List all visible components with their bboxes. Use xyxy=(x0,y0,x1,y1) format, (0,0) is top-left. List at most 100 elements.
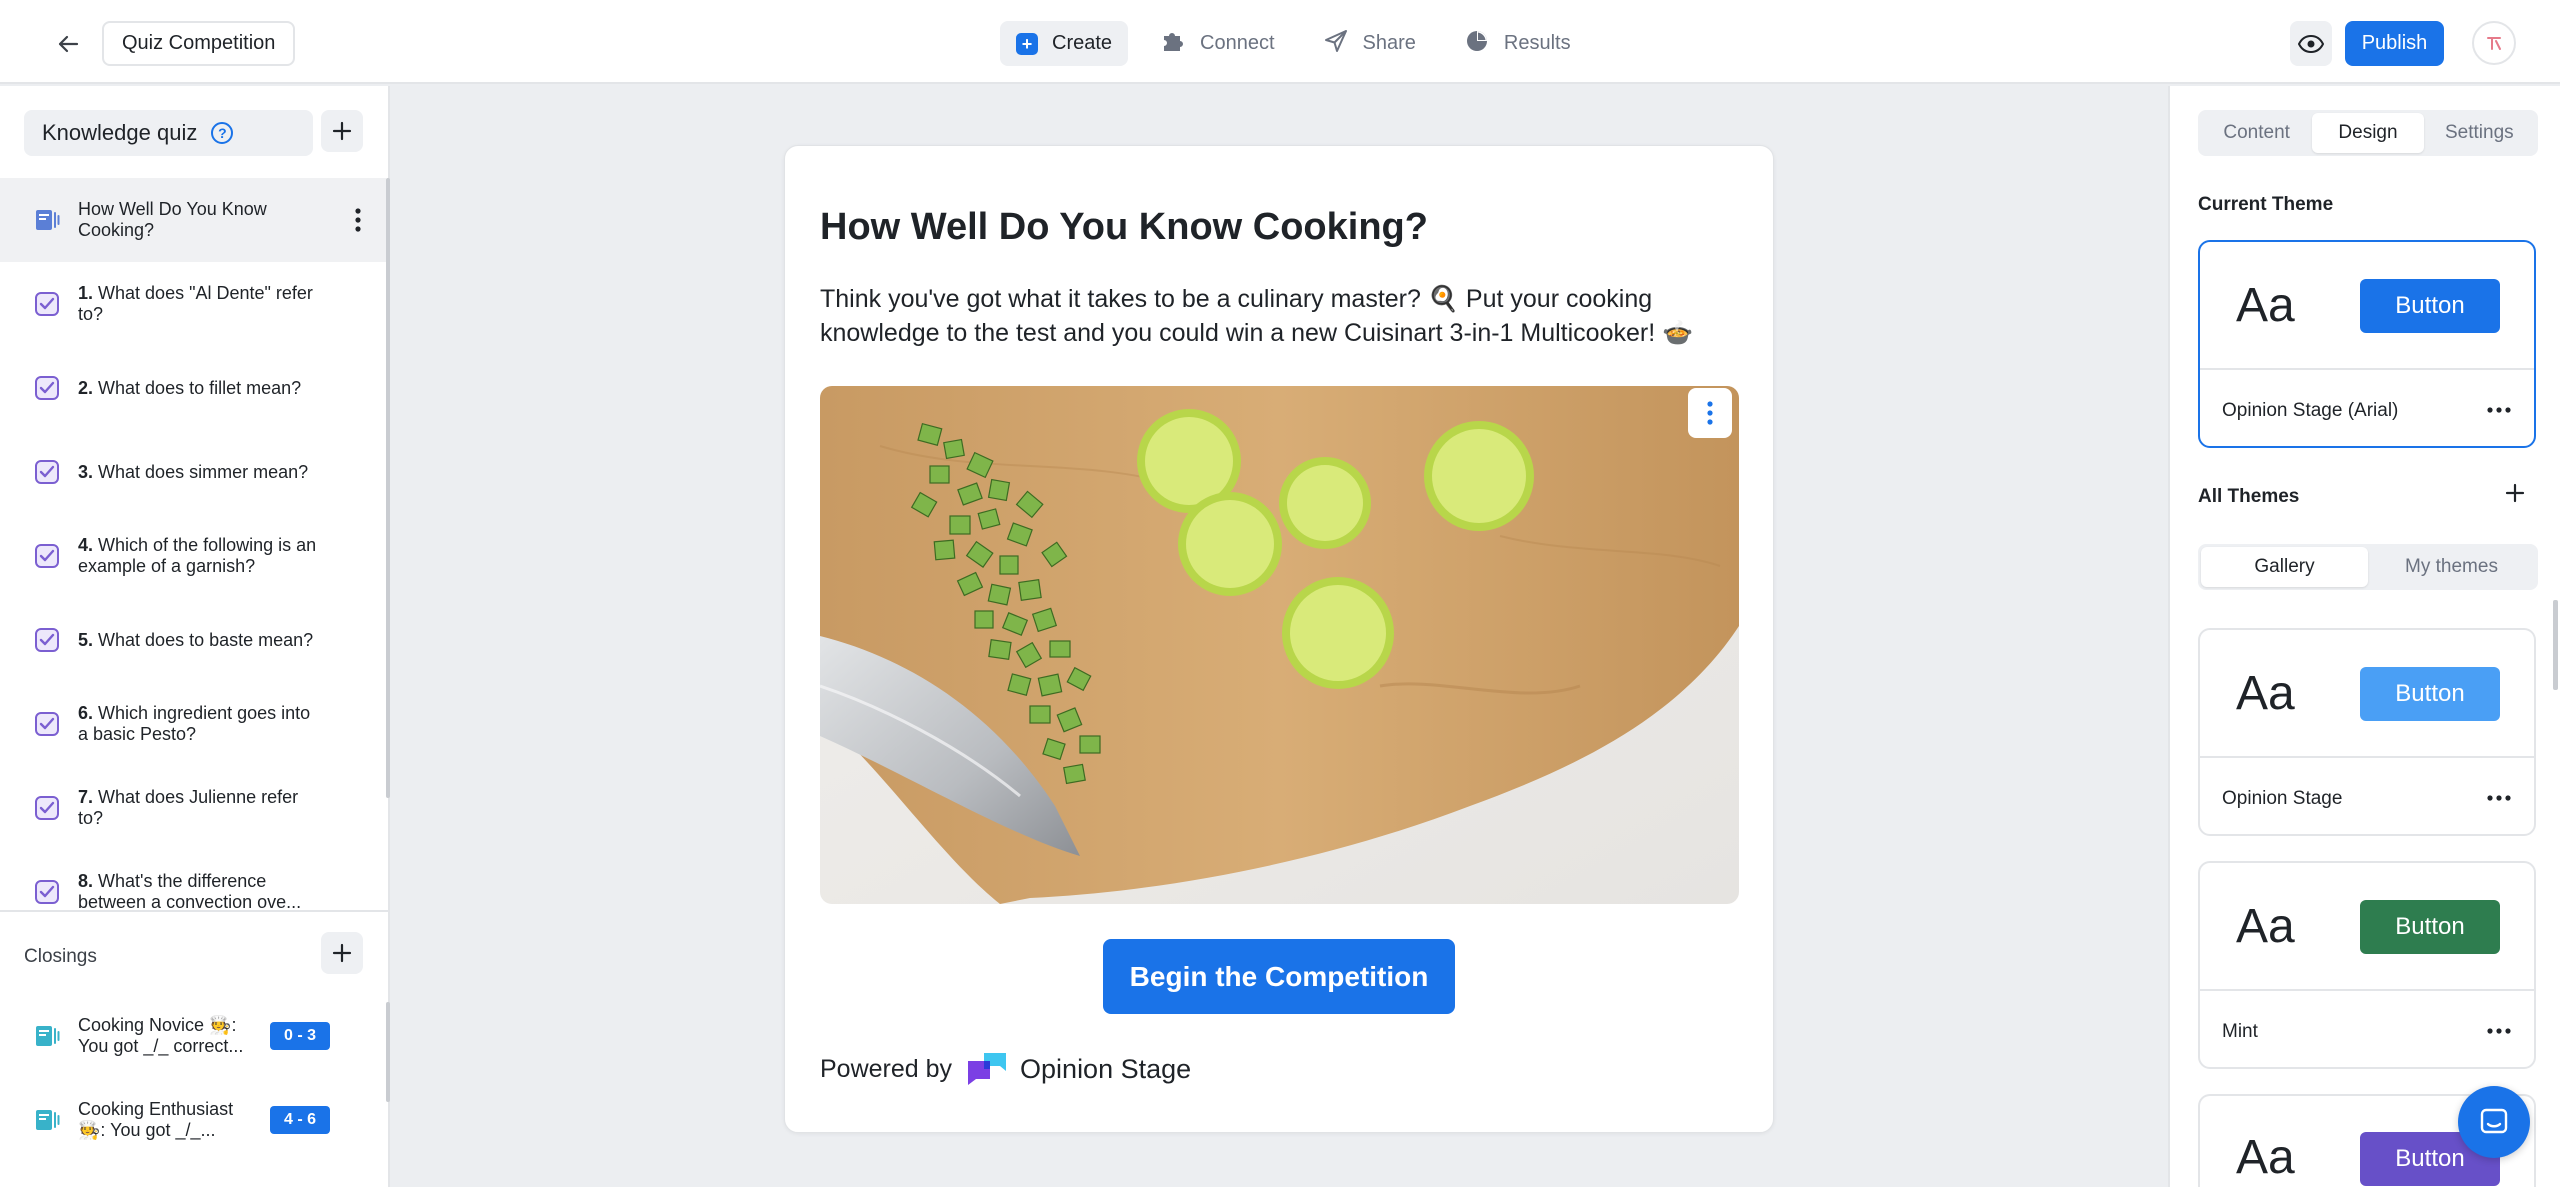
more-vertical-icon[interactable] xyxy=(346,204,370,236)
checkbox-question-icon xyxy=(34,459,60,485)
panel-tabs: Content Design Settings xyxy=(2198,110,2538,156)
tab-settings[interactable]: Settings xyxy=(2424,113,2535,153)
all-themes-title: All Themes xyxy=(2198,486,2300,507)
back-arrow-icon[interactable] xyxy=(48,24,88,64)
tab-my-themes[interactable]: My themes xyxy=(2368,547,2535,587)
checkbox-question-icon xyxy=(34,711,60,737)
tab-connect[interactable]: Connect xyxy=(1144,21,1291,66)
add-theme-button[interactable] xyxy=(2500,478,2530,508)
closing-slide-icon xyxy=(34,1107,60,1133)
question-label: 8. What's the difference between a conve… xyxy=(78,871,302,912)
opinion-stage-logo: Opinion Stage xyxy=(966,1051,1191,1087)
more-horizontal-icon[interactable] xyxy=(2486,786,2512,810)
tab-results[interactable]: Results xyxy=(1448,21,1587,66)
tab-create-label: Create xyxy=(1052,32,1113,54)
tab-share-label: Share xyxy=(1362,32,1416,54)
theme-font-sample: Aa xyxy=(2236,666,2295,720)
item-list: How Well Do You Know Cooking? 1. What do… xyxy=(0,178,386,934)
left-sidebar: Knowledge quiz ? How Well Do You Know Co… xyxy=(0,86,390,1187)
question-item[interactable]: 5. What does to baste mean? xyxy=(0,598,386,682)
question-item[interactable]: 7. What does Julienne refer to? xyxy=(0,766,386,850)
image-options-button[interactable] xyxy=(1688,388,1732,438)
right-scrollbar[interactable] xyxy=(2553,600,2558,690)
cutting-board-image xyxy=(820,386,1739,904)
question-label: 6. Which ingredient goes into a basic Pe… xyxy=(78,703,311,744)
quiz-title[interactable]: How Well Do You Know Cooking? xyxy=(820,206,1428,249)
plus-icon xyxy=(2505,483,2525,503)
checkbox-question-icon xyxy=(34,375,60,401)
current-theme-card[interactable]: Aa Button Opinion Stage (Arial) xyxy=(2198,240,2536,448)
theme-preview: Aa Button xyxy=(2200,242,2534,370)
theme-font-sample: Aa xyxy=(2236,899,2295,953)
preview-eye-icon[interactable] xyxy=(2290,21,2332,66)
closings-scrollbar[interactable] xyxy=(386,1002,390,1102)
puzzle-icon xyxy=(1160,28,1186,60)
intro-item[interactable]: How Well Do You Know Cooking? xyxy=(0,178,386,262)
quiz-type-label: Knowledge quiz xyxy=(42,120,198,145)
more-vertical-icon xyxy=(1707,401,1713,425)
score-range-badge: 4 - 6 xyxy=(270,1106,330,1134)
tab-create[interactable]: + Create xyxy=(1000,21,1129,66)
tab-share[interactable]: Share xyxy=(1307,21,1432,66)
help-icon[interactable]: ? xyxy=(211,122,234,144)
question-item[interactable]: 4. Which of the following is an example … xyxy=(0,514,386,598)
theme-name: Opinion Stage (Arial) xyxy=(2222,400,2399,421)
question-label: 2. What does to fillet mean? xyxy=(78,377,302,398)
theme-button-sample: Button xyxy=(2360,667,2500,721)
question-item[interactable]: 3. What does simmer mean? xyxy=(0,430,386,514)
checkbox-question-icon xyxy=(34,291,60,317)
score-range-badge: 0 - 3 xyxy=(270,1022,330,1050)
powered-by-label: Powered by xyxy=(820,1054,953,1083)
tab-gallery[interactable]: Gallery xyxy=(2201,547,2368,587)
intro-slide-icon xyxy=(34,207,60,233)
quiz-type-selector[interactable]: Knowledge quiz ? xyxy=(24,110,313,156)
begin-competition-button[interactable]: Begin the Competition xyxy=(1103,939,1455,1014)
question-label: 5. What does to baste mean? xyxy=(78,629,314,650)
closing-item[interactable]: Cooking Novice 🧑‍🍳: You got _/_ correct.… xyxy=(0,994,386,1078)
pie-chart-icon xyxy=(1464,28,1490,60)
tab-design[interactable]: Design xyxy=(2312,113,2424,153)
closings-panel: Closings Cooking Novice 🧑‍🍳: You got _/_… xyxy=(0,910,390,1187)
question-item[interactable]: 2. What does to fillet mean? xyxy=(0,346,386,430)
quiz-preview-card: How Well Do You Know Cooking? Think you'… xyxy=(784,145,1774,1133)
tab-results-label: Results xyxy=(1503,32,1571,54)
left-scrollbar[interactable] xyxy=(386,178,390,798)
tab-connect-label: Connect xyxy=(1200,32,1275,54)
cover-image[interactable] xyxy=(820,386,1739,904)
question-label: 3. What does simmer mean? xyxy=(78,461,309,482)
question-item[interactable]: 1. What does "Al Dente" refer to? xyxy=(0,262,386,346)
question-label: 1. What does "Al Dente" refer to? xyxy=(78,283,313,324)
closing-item[interactable]: Cooking Enthusiast 🧑‍🍳: You got _/_... 4… xyxy=(0,1078,386,1162)
powered-by[interactable]: Powered by Opinion Stage xyxy=(820,1051,1191,1087)
checkbox-question-icon xyxy=(34,879,60,905)
tab-content[interactable]: Content xyxy=(2201,113,2312,153)
closing-label: Cooking Novice 🧑‍🍳: You got _/_ correct.… xyxy=(78,1015,244,1056)
chat-support-button[interactable] xyxy=(2458,1086,2530,1158)
add-closing-button[interactable] xyxy=(321,932,363,974)
theme-preview: Aa Button xyxy=(2200,630,2534,758)
closing-label: Cooking Enthusiast 🧑‍🍳: You got _/_... xyxy=(78,1099,234,1140)
question-item[interactable]: 6. Which ingredient goes into a basic Pe… xyxy=(0,682,386,766)
theme-card[interactable]: Aa Button Opinion Stage xyxy=(2198,628,2536,836)
question-label: 7. What does Julienne refer to? xyxy=(78,787,299,828)
avatar[interactable] xyxy=(2472,21,2516,65)
add-item-button[interactable] xyxy=(321,110,363,152)
more-horizontal-icon[interactable] xyxy=(2486,1019,2512,1043)
chat-icon xyxy=(2480,1108,2508,1134)
opinion-stage-logo-icon xyxy=(968,1053,1007,1085)
theme-font-sample: Aa xyxy=(2236,1131,2295,1184)
checkbox-question-icon xyxy=(34,795,60,821)
more-horizontal-icon[interactable] xyxy=(2486,398,2512,422)
theme-preview: Aa Button xyxy=(2200,863,2534,991)
current-theme-title: Current Theme xyxy=(2198,194,2334,215)
right-sidebar: Content Design Settings Current Theme Aa… xyxy=(2168,86,2560,1187)
top-bar: Quiz Competition + Create Connect Share … xyxy=(0,0,2560,84)
plus-icon xyxy=(332,121,352,141)
publish-button[interactable]: Publish xyxy=(2345,21,2444,66)
quiz-title-input[interactable]: Quiz Competition xyxy=(102,21,296,66)
theme-card[interactable]: Aa Button Mint xyxy=(2198,861,2536,1069)
theme-font-sample: Aa xyxy=(2236,278,2295,332)
create-icon: + xyxy=(1016,32,1038,55)
plus-icon xyxy=(332,943,352,963)
quiz-description[interactable]: Think you've got what it takes to be a c… xyxy=(820,282,1750,350)
